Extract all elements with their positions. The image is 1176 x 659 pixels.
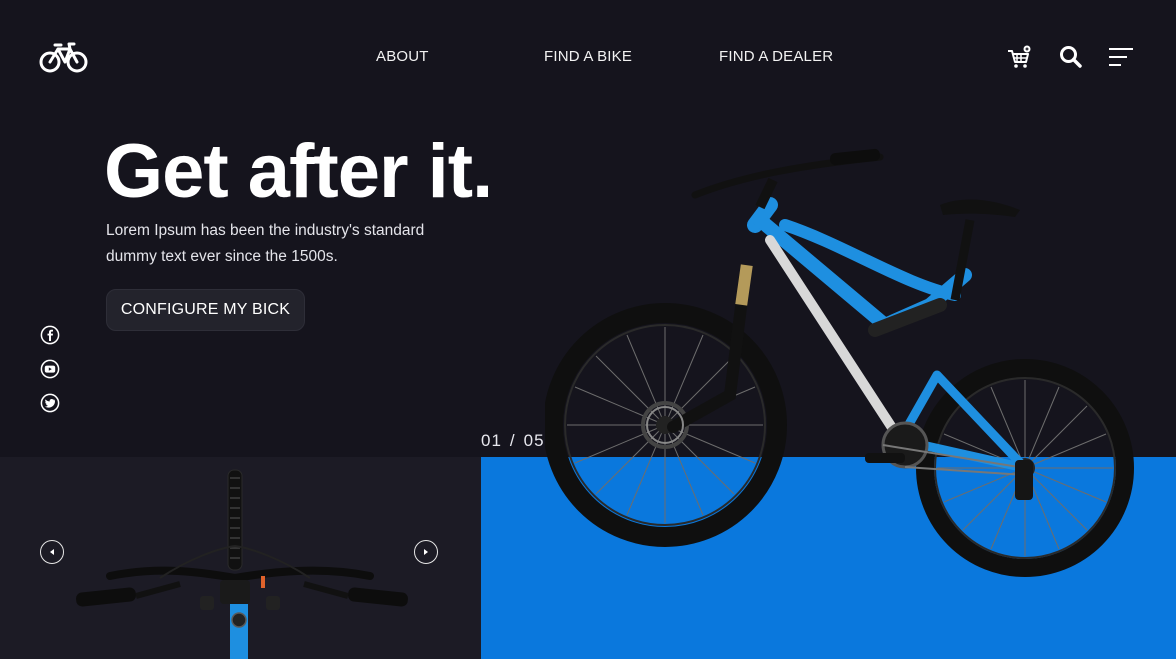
bike-front-view-image [76,469,408,659]
nav-link-find-a-bike[interactable]: FIND A BIKE [544,48,632,65]
previous-slide-button[interactable] [40,540,64,564]
bicycle-logo-icon[interactable] [39,40,89,74]
slide-total: 05 [523,431,545,450]
youtube-icon[interactable] [40,359,60,379]
configure-my-bike-button[interactable]: CONFIGURE MY BICK [106,289,305,331]
landing-page: ABOUT FIND A BIKE FIND A DEALER Get afte… [0,0,1176,659]
arrow-right-icon [424,549,428,555]
nav-link-find-a-dealer[interactable]: FIND A DEALER [719,48,833,65]
arrow-left-icon [50,549,54,555]
slide-counter: 01 / 05 [481,431,545,451]
cart-icon[interactable] [1006,44,1032,70]
hero-title: Get after it. [104,129,493,214]
nav-link-about[interactable]: ABOUT [376,48,429,65]
twitter-icon[interactable] [40,393,60,413]
facebook-icon[interactable] [40,325,60,345]
slide-current: 01 [481,431,502,450]
bike-hero-image [545,148,1134,577]
next-slide-button[interactable] [414,540,438,564]
menu-icon[interactable] [1108,44,1134,70]
hero-description: Lorem Ipsum has been the industry's stan… [106,222,425,265]
slide-separator: / [509,431,516,450]
search-icon[interactable] [1058,44,1084,70]
